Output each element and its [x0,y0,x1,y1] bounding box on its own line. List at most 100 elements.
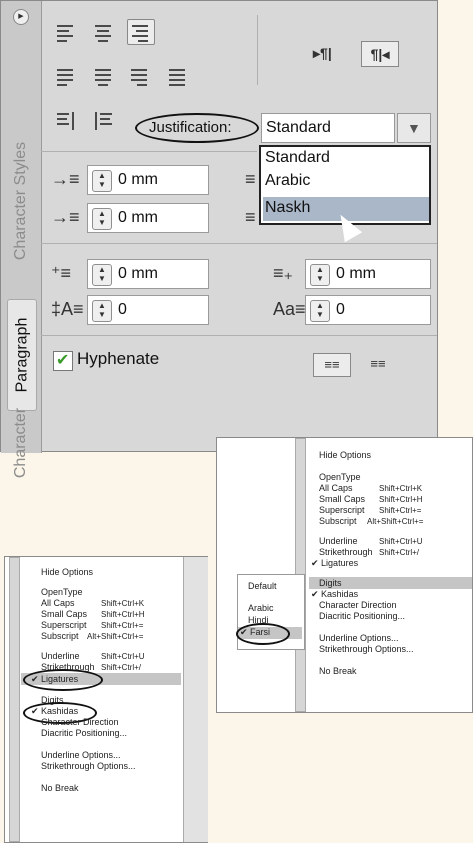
stepper-icon[interactable]: ▲ ▼ [92,264,112,286]
first-line-indent-icon: →≡ [51,207,80,227]
justify-left-button[interactable] [53,65,79,89]
first-line-indent-field[interactable]: ▲ ▼ 0 mm [87,203,209,233]
shortcut-subscript: Alt+Shift+Ctrl+= [367,517,424,526]
menu-opentype[interactable]: OpenType [41,587,83,597]
tab-character-styles[interactable]: Character Styles [7,121,35,281]
menu-hide-options[interactable]: Hide Options [41,567,93,577]
tab-paragraph[interactable]: Paragraph [7,299,37,411]
menu-underline-options[interactable]: Underline Options... [41,750,121,760]
right-indent-icon: ≡ [245,169,256,189]
stepper-icon[interactable]: ▲ ▼ [310,264,330,286]
menu-hide-options[interactable]: Hide Options [319,450,371,460]
menu-small-caps[interactable]: Small Caps [319,494,365,504]
justification-dropdown-button[interactable]: ▼ [397,113,431,143]
drop-cap-lines-icon: ‡A≡ [51,299,84,319]
space-after-icon: ≡₊ [273,263,294,283]
menu-character-direction[interactable]: Character Direction [41,717,119,727]
left-indent-field[interactable]: ▲ ▼ 0 mm [87,165,209,195]
vertical-divider [257,15,258,85]
menu-underline-options[interactable]: Underline Options... [319,633,399,643]
check-icon: ✔ [56,352,70,369]
drop-cap-chars-field[interactable]: ▲ ▼ 0 [305,295,431,325]
align-away-spine-button[interactable] [91,109,117,133]
submenu-arabic[interactable]: Arabic [248,603,274,613]
farsi-highlight-ellipse [236,623,290,645]
chevron-down-icon: ▼ [407,120,421,136]
hyphenate-checkbox[interactable]: ✔ [53,351,73,371]
drop-cap-chars-icon: Aa≡ [273,299,306,319]
align-right-button[interactable] [127,19,155,45]
shortcut-subscript: Alt+Shift+Ctrl+= [87,632,144,641]
menu-strikethrough[interactable]: Strikethrough [319,547,373,557]
menu-underline[interactable]: Underline [41,651,80,661]
space-after-field[interactable]: ▲ ▼ 0 mm [305,259,431,289]
stepper-icon[interactable]: ▲ ▼ [310,300,330,322]
menu-superscript[interactable]: Superscript [41,620,87,630]
right-options-menu: Hide Options OpenType All Caps Shift+Ctr… [309,440,472,712]
drop-cap-lines-field[interactable]: ▲ ▼ 0 [87,295,209,325]
mini-panel-tabs [9,557,20,842]
left-indent-icon: →≡ [51,169,80,189]
right-options-screenshot: Hide Options OpenType All Caps Shift+Ctr… [216,437,473,713]
menu-all-caps[interactable]: All Caps [319,483,353,493]
shortcut-all-caps: Shift+Ctrl+K [379,484,423,493]
single-line-composer-button[interactable]: ≡≡ [313,353,351,377]
justify-right-button[interactable] [127,65,153,89]
menu-strikethrough-options[interactable]: Strikethrough Options... [319,644,414,654]
justification-select[interactable]: Standard [261,113,395,143]
shortcut-strikethrough: Shift+Ctrl+/ [101,663,142,672]
shortcut-underline: Shift+Ctrl+U [101,652,145,661]
stepper-icon[interactable]: ▲ ▼ [92,170,112,192]
justify-all-button[interactable] [165,65,191,89]
space-before-field[interactable]: ▲ ▼ 0 mm [87,259,209,289]
shortcut-strikethrough: Shift+Ctrl+/ [379,548,420,557]
last-line-indent-icon: ≡ [245,207,256,227]
tab-character[interactable]: Character [7,408,35,478]
menu-subscript[interactable]: Subscript [41,631,79,641]
menu-kashidas[interactable]: ✔ Kashidas [311,589,358,600]
shortcut-underline: Shift+Ctrl+U [379,537,423,546]
shortcut-all-caps: Shift+Ctrl+K [101,599,145,608]
menu-underline[interactable]: Underline [319,536,358,546]
shortcut-superscript: Shift+Ctrl+= [101,621,144,630]
menu-no-break[interactable]: No Break [41,783,79,793]
menu-diacritic-positioning[interactable]: Diacritic Positioning... [319,611,405,621]
align-left-button[interactable] [53,21,79,45]
justification-highlight-ellipse [135,113,259,143]
stepper-icon[interactable]: ▲ ▼ [92,300,112,322]
stepper-icon[interactable]: ▲ ▼ [92,208,112,230]
left-options-menu: Hide Options OpenType All Caps Shift+Ctr… [21,559,181,839]
option-arabic[interactable]: Arabic [265,172,310,190]
menu-subscript[interactable]: Subscript [319,516,357,526]
shortcut-superscript: Shift+Ctrl+= [379,506,422,515]
hyphenate-label: Hyphenate [77,349,160,368]
align-towards-spine-button[interactable] [53,109,79,133]
submenu-default[interactable]: Default [248,581,277,591]
option-standard[interactable]: Standard [265,149,330,167]
digits-submenu: Default Arabic Hindi ✔ Farsi [236,574,305,650]
shortcut-small-caps: Shift+Ctrl+H [101,610,145,619]
section-divider [41,243,437,244]
rtl-paragraph-button[interactable]: ¶|◂ [361,41,399,67]
paragraph-panel: ▶ Character Styles Paragraph Character ▸… [0,0,438,478]
menu-strikethrough-options[interactable]: Strikethrough Options... [41,761,136,771]
ligatures-highlight-ellipse [23,669,103,691]
menu-all-caps[interactable]: All Caps [41,598,75,608]
menu-superscript[interactable]: Superscript [319,505,365,515]
panel-menu-button[interactable]: ▶ [13,9,29,25]
menu-diacritic-positioning[interactable]: Diacritic Positioning... [41,728,127,738]
menu-no-break[interactable]: No Break [319,666,357,676]
space-before-icon: ⁺≡ [51,263,72,283]
panel-side-tabs: ▶ Character Styles Paragraph Character [1,1,42,478]
menu-opentype[interactable]: OpenType [319,472,361,482]
menu-ligatures[interactable]: ✔ Ligatures [311,558,358,569]
align-center-button[interactable] [91,21,117,45]
every-line-composer-button[interactable]: ≡≡ [361,353,395,375]
left-options-screenshot: Hide Options OpenType All Caps Shift+Ctr… [4,556,208,843]
section-divider [41,335,437,336]
menu-small-caps[interactable]: Small Caps [41,609,87,619]
menu-digits[interactable]: Digits [319,578,342,588]
ltr-paragraph-button[interactable]: ▸¶| [313,45,332,62]
menu-character-direction[interactable]: Character Direction [319,600,397,610]
justify-center-button[interactable] [91,65,117,89]
